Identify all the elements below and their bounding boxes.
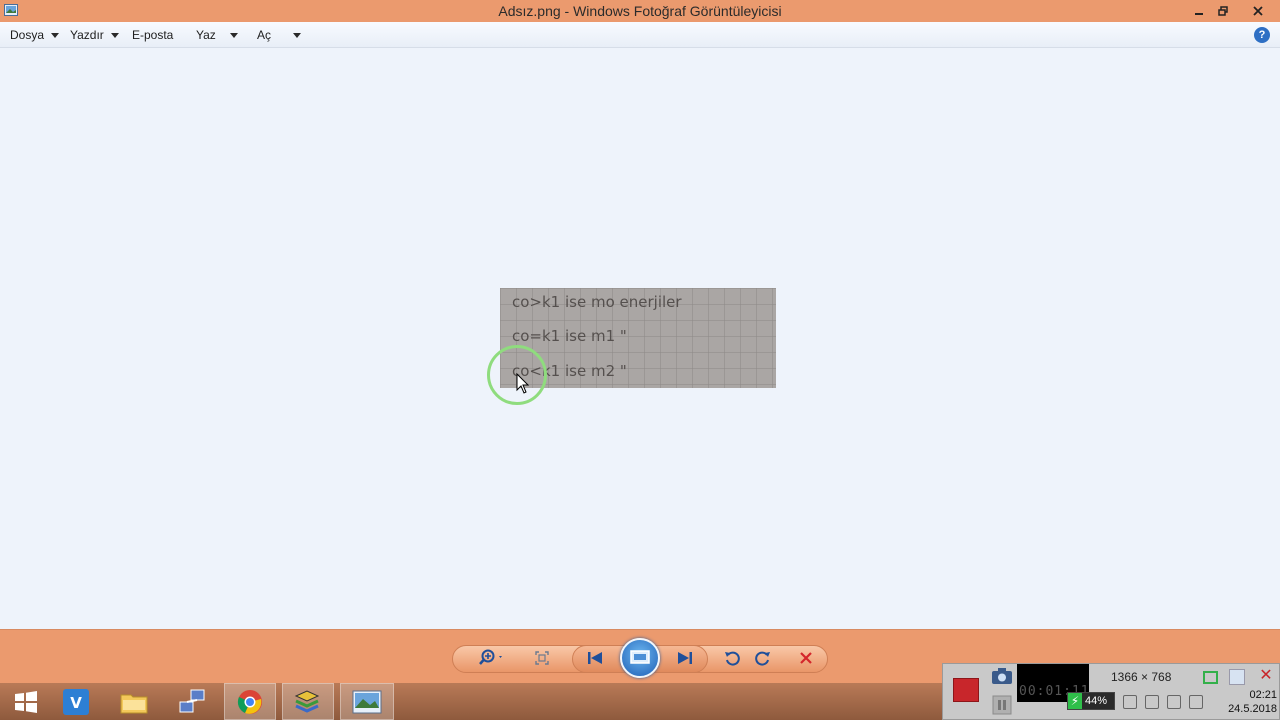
menu-label: Dosya <box>10 28 45 42</box>
handwritten-line: co>k1 ise mo enerjiler <box>512 293 682 311</box>
file-explorer-icon <box>120 694 148 713</box>
camera-icon[interactable] <box>991 667 1013 685</box>
mouse-cursor-icon <box>516 373 530 394</box>
slideshow-button[interactable] <box>620 638 660 678</box>
photo-viewer-icon <box>352 690 382 713</box>
battery-percent: 44% <box>1085 695 1108 707</box>
menu-ac[interactable]: Aç <box>257 22 302 48</box>
restore-button[interactable] <box>1210 0 1236 22</box>
delete-icon <box>800 652 812 664</box>
taskbar-chrome[interactable] <box>224 683 276 720</box>
layers-app-icon <box>294 689 320 713</box>
start-button[interactable] <box>0 683 52 720</box>
vc-app-icon: V <box>63 688 89 715</box>
screen-recorder-panel: 00:01:11 1366 × 768 ✕ ⚡ 44% 02:21 24.5.2… <box>942 663 1280 720</box>
tray-flag-icon[interactable] <box>1167 695 1181 709</box>
taskbar-vc-app[interactable]: V <box>50 683 102 720</box>
rotate-left-button[interactable] <box>716 642 748 674</box>
rotate-right-icon <box>755 651 770 666</box>
zoom-icon <box>479 649 502 665</box>
clock-time: 02:21 <box>1249 689 1277 701</box>
menu-yazdir[interactable]: Yazdır <box>70 22 119 48</box>
record-stop-button[interactable] <box>953 678 979 702</box>
menu-e-posta[interactable]: E-posta <box>132 22 173 48</box>
minimize-icon <box>1195 13 1203 15</box>
chrome-icon <box>237 689 262 714</box>
dropdown-arrow-icon <box>229 32 238 38</box>
svg-text:V: V <box>70 694 82 712</box>
minimize-button[interactable] <box>1186 0 1212 22</box>
rotate-right-button[interactable] <box>747 642 779 674</box>
taskbar-network-app[interactable] <box>166 683 218 720</box>
slideshow-icon <box>630 650 650 664</box>
image-viewer-area: co>k1 ise mo enerjiler co=k1 ise m1 " co… <box>0 48 1280 629</box>
next-icon <box>678 652 692 664</box>
tray-device-icon[interactable] <box>1145 695 1159 709</box>
menu-label: Yazdır <box>70 28 104 42</box>
menu-label: E-posta <box>132 28 174 42</box>
window-title: Adsız.png - Windows Fotoğraf Görüntüleyi… <box>498 3 782 19</box>
dropdown-arrow-icon <box>110 32 119 38</box>
tray-person-icon[interactable] <box>1123 695 1137 709</box>
title-bar: Adsız.png - Windows Fotoğraf Görüntüleyi… <box>0 0 1280 22</box>
menu-yaz[interactable]: Yaz <box>196 22 238 48</box>
menu-label: Aç <box>257 28 272 42</box>
taskbar-layers-app[interactable] <box>282 683 334 720</box>
previous-icon <box>588 652 602 664</box>
delete-button[interactable] <box>790 642 822 674</box>
battery-indicator[interactable]: ⚡ 44% <box>1067 692 1115 710</box>
rotate-left-icon <box>725 651 740 666</box>
recorder-minimize-icon[interactable] <box>1229 669 1245 685</box>
restore-icon <box>1218 6 1228 16</box>
system-clock[interactable]: 02:21 24.5.2018 <box>1215 688 1277 716</box>
close-icon <box>1253 6 1263 16</box>
taskbar-file-explorer[interactable] <box>108 683 160 720</box>
region-frame-icon[interactable] <box>1203 671 1218 684</box>
previous-button[interactable] <box>579 642 611 674</box>
system-tray <box>1123 692 1213 712</box>
handwritten-line: co=k1 ise m1 " <box>512 327 627 345</box>
battery-charging-icon: ⚡ <box>1068 693 1082 709</box>
network-app-icon <box>179 689 205 712</box>
menu-bar: Dosya Yazdır E-posta Yaz Aç <box>0 22 1280 48</box>
dropdown-arrow-icon <box>293 32 302 38</box>
help-button[interactable]: ? <box>1254 27 1270 43</box>
zoom-button[interactable] <box>476 642 508 674</box>
dropdown-arrow-icon <box>51 32 60 38</box>
actual-size-button[interactable] <box>526 642 558 674</box>
clock-date: 24.5.2018 <box>1228 703 1277 715</box>
recording-resolution: 1366 × 768 <box>1111 670 1172 684</box>
recorder-close-icon[interactable]: ✕ <box>1256 666 1276 686</box>
menu-label: Yaz <box>196 28 216 42</box>
taskbar-photo-viewer[interactable] <box>340 683 394 720</box>
close-button[interactable] <box>1245 0 1271 22</box>
pause-icon[interactable] <box>991 694 1013 716</box>
actual-size-icon <box>535 651 549 665</box>
menu-dosya[interactable]: Dosya <box>10 22 60 48</box>
tray-signal-icon[interactable] <box>1189 695 1203 709</box>
next-button[interactable] <box>669 642 701 674</box>
start-icon <box>15 690 37 713</box>
